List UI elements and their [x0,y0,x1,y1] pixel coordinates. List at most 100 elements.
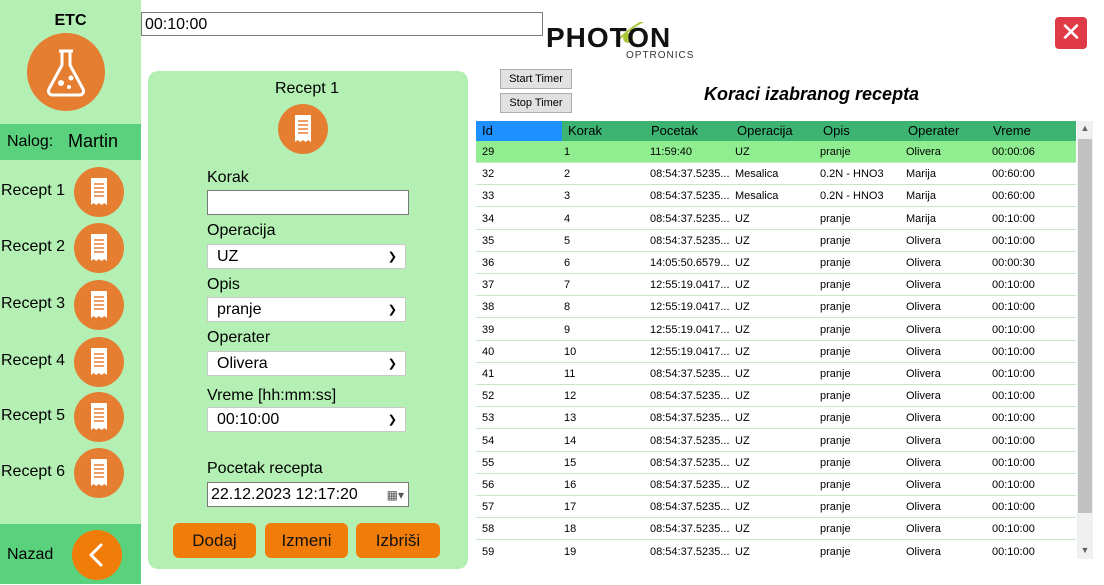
cell-id: 33 [482,190,495,203]
cell-opis: pranje [820,345,851,358]
table-row[interactable]: 56 16 08:54:37.5235... UZ pranje Olivera 00:10… [476,474,1076,496]
table-row[interactable]: 36 6 14:05:50.6579... UZ pranje Olivera 00:00:… [476,252,1076,274]
column-header[interactable]: Korak [568,123,602,138]
table-row[interactable]: 41 11 08:54:37.5235... UZ pranje Olivera 00:10… [476,363,1076,385]
cell-operacija: UZ [735,456,750,469]
sidebar-item-label: Recept 6 [1,463,66,480]
korak-input[interactable] [207,190,409,215]
opis-select[interactable]: pranje ❯ [207,297,406,322]
cell-vreme: 00:60:00 [992,168,1035,181]
column-header[interactable]: Operacija [737,123,793,138]
timer-display[interactable]: 00:10:00 [141,12,543,36]
back-button[interactable] [72,530,122,580]
vreme-select[interactable]: 00:10:00 ❯ [207,407,406,432]
delete-button[interactable]: Izbriši [356,523,440,558]
sidebar-item-recept-6[interactable]: Recept 6 [0,448,141,500]
scroll-down-icon[interactable]: ▼ [1077,545,1093,555]
table-row[interactable]: 32 2 08:54:37.5235... Mesalica 0.2N - HNO3 Ma… [476,163,1076,186]
table-row[interactable]: 39 9 12:55:19.0417... UZ pranje Olivera 00:10:… [476,319,1076,341]
cell-pocetak: 12:55:19.0417... [650,323,730,336]
cell-operacija: Mesalica [735,168,779,181]
table-row[interactable]: 53 13 08:54:37.5235... UZ pranje Olivera 00:10… [476,407,1076,430]
cell-pocetak: 08:54:37.5235... [650,434,730,447]
table-row[interactable]: 59 19 08:54:37.5235... UZ pranje Olivera 00:10… [476,541,1076,559]
cell-operater: Olivera [906,501,941,514]
cell-operater: Olivera [906,390,941,403]
stop-timer-button[interactable]: Stop Timer [500,93,572,113]
sidebar-item-recept-1[interactable]: Recept 1 [0,167,141,219]
cell-id: 35 [482,234,495,247]
cell-operater: Olivera [906,412,941,425]
operacija-select[interactable]: UZ ❯ [207,244,406,269]
cell-operater: Olivera [906,146,941,158]
cell-id: 41 [482,368,495,380]
cell-opis: pranje [820,146,851,158]
user-bar: Nalog: Martin [0,124,141,160]
cell-korak: 9 [564,323,571,336]
table-row[interactable]: 29 1 11:59:40 UZ pranje Olivera 00:00:06 [476,141,1076,163]
table-row[interactable]: 57 17 08:54:37.5235... UZ pranje Olivera 00:10… [476,496,1076,519]
table-row[interactable]: 55 15 08:54:37.5235... UZ pranje Olivera 00:10… [476,452,1076,474]
vreme-value: 00:10:00 [217,411,280,428]
table-row[interactable]: 58 18 08:54:37.5235... UZ pranje Olivera 00:10… [476,518,1076,541]
sidebar-item-recept-4[interactable]: Recept 4 [0,337,141,389]
table-row[interactable]: 33 3 08:54:37.5235... Mesalica 0.2N - HNO3 Ma… [476,185,1076,208]
cell-operacija: UZ [735,501,750,514]
column-header[interactable]: Opis [823,123,850,138]
cell-id: 34 [482,212,495,225]
cell-opis: pranje [820,368,851,380]
receipt-icon[interactable] [74,280,124,330]
table-row[interactable]: 52 12 08:54:37.5235... UZ pranje Olivera 00:10… [476,385,1076,408]
cell-id: 59 [482,545,495,558]
back-bar: Nazad [0,524,141,584]
column-header[interactable]: Vreme [993,123,1031,138]
cell-pocetak: 11:59:40 [650,146,693,158]
sidebar-item-recept-3[interactable]: Recept 3 [0,280,141,332]
cell-operacija: UZ [735,279,750,292]
table-row[interactable]: 35 5 08:54:37.5235... UZ pranje Olivera 00:10:… [476,230,1076,252]
scroll-up-icon[interactable]: ▲ [1077,123,1093,133]
cell-vreme: 00:00:06 [992,146,1035,158]
cell-korak: 3 [564,190,571,203]
table-row[interactable]: 37 7 12:55:19.0417... UZ pranje Olivera 00:10:… [476,274,1076,297]
cell-korak: 2 [564,168,571,181]
cell-vreme: 00:10:00 [992,523,1035,536]
cell-opis: pranje [820,279,851,292]
cell-pocetak: 08:54:37.5235... [650,190,730,203]
vertical-scrollbar[interactable]: ▲ ▼ [1077,121,1093,559]
table-row[interactable]: 40 10 12:55:19.0417... UZ pranje Olivera 00:10… [476,341,1076,363]
receipt-icon[interactable] [74,448,124,498]
operater-select[interactable]: Olivera ❯ [207,351,406,376]
start-timer-button[interactable]: Start Timer [500,69,572,89]
add-button[interactable]: Dodaj [173,523,256,558]
close-button[interactable]: ✕ [1055,17,1087,49]
table-row[interactable]: 38 8 12:55:19.0417... UZ pranje Olivera 00:10:… [476,296,1076,319]
cell-operacija: UZ [735,523,750,536]
cell-operacija: UZ [735,434,750,447]
calendar-icon[interactable]: ▦▾ [387,483,404,507]
receipt-icon[interactable] [74,223,124,273]
cell-opis: pranje [820,234,851,247]
cell-operacija: Mesalica [735,190,779,203]
sidebar-item-recept-2[interactable]: Recept 2 [0,223,141,275]
cell-id: 38 [482,301,495,314]
receipt-icon[interactable] [74,337,124,387]
column-header[interactable]: Id [482,123,493,138]
user-label: Nalog: [7,133,54,150]
pocetak-datetime-picker[interactable]: 22.12.2023 12:17:20 ▦▾ [207,482,409,507]
edit-button[interactable]: Izmeni [265,523,348,558]
sidebar-item-recept-5[interactable]: Recept 5 [0,392,141,444]
steps-grid[interactable]: Id Korak Pocetak Operacija Opis Operater… [476,121,1093,559]
scroll-thumb[interactable] [1078,139,1092,513]
cell-vreme: 00:10:00 [992,412,1035,425]
cell-operacija: UZ [735,146,750,158]
receipt-icon[interactable] [74,392,124,442]
column-header[interactable]: Operater [908,123,959,138]
table-row[interactable]: 54 14 08:54:37.5235... UZ pranje Olivera 00:10… [476,430,1076,452]
sidebar-item-label: Recept 4 [1,352,66,369]
cell-vreme: 00:10:00 [992,501,1035,514]
cell-vreme: 00:00:30 [992,257,1035,269]
column-header[interactable]: Pocetak [651,123,698,138]
receipt-icon[interactable] [74,167,124,217]
table-row[interactable]: 34 4 08:54:37.5235... UZ pranje Marija 00:10:0… [476,208,1076,230]
